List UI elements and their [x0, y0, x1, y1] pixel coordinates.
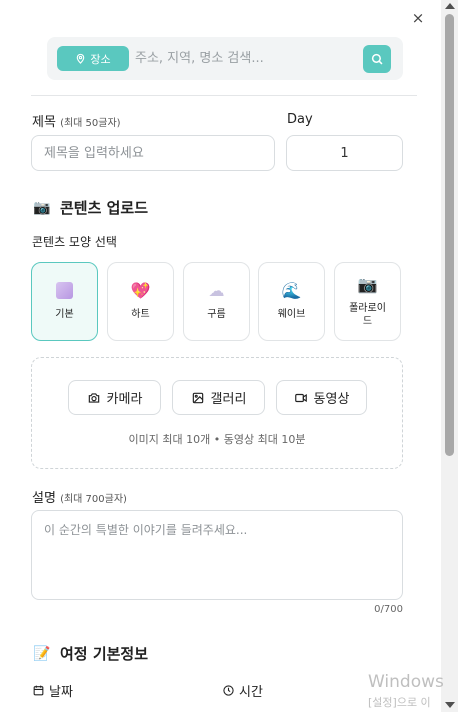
image-icon: [192, 392, 203, 403]
date-label: 날짜: [32, 681, 73, 700]
gallery-button[interactable]: 갤러리: [172, 380, 265, 415]
time-label-text: 시간: [239, 685, 263, 700]
upload-dropzone[interactable]: 카메라 갤러리 동영상 이미지 최대 10개 • 동영상 최대 10분: [31, 357, 403, 469]
camera-icon: 📷: [357, 274, 378, 294]
scroll-thumb[interactable]: [445, 14, 454, 456]
shape-option-cloud[interactable]: ☁ 구름: [183, 262, 250, 341]
location-chip[interactable]: 장소: [57, 46, 129, 71]
search-bar: 장소: [47, 37, 403, 80]
square-icon: [56, 282, 73, 302]
scroll-up-arrow-icon[interactable]: [445, 3, 455, 9]
description-counter: 0/700: [374, 604, 403, 615]
shape-option-wave[interactable]: 🌊 웨이브: [258, 262, 325, 341]
memo-emoji-icon: 📝: [33, 645, 51, 662]
scroll-down-arrow-icon[interactable]: [445, 702, 455, 708]
title-input[interactable]: [31, 135, 275, 171]
camera-button[interactable]: 카메라: [68, 380, 161, 415]
gallery-button-label: 갤러리: [210, 392, 247, 407]
location-chip-label: 장소: [90, 52, 111, 66]
camera-button-label: 카메라: [106, 392, 143, 407]
camera-outline-icon: [88, 392, 99, 403]
trip-info-title-text: 여정 기본정보: [60, 645, 149, 663]
clock-icon: [223, 685, 234, 696]
windows-activation-watermark-sub: [설정]으로 이: [368, 696, 431, 709]
search-button[interactable]: [363, 45, 391, 73]
location-pin-icon: [77, 53, 85, 64]
close-button[interactable]: ×: [410, 10, 426, 26]
heart-icon: 💖: [130, 281, 151, 300]
description-label-text: 설명: [32, 491, 56, 506]
wave-icon: 🌊: [281, 281, 302, 300]
title-label-text: 제목: [32, 115, 56, 130]
shape-label-wave: 웨이브: [277, 309, 306, 320]
day-input[interactable]: 1: [286, 135, 403, 171]
shape-label-heart: 하트: [131, 309, 150, 320]
shape-select-label: 콘텐츠 모양 선택: [32, 235, 117, 249]
day-value: 1: [340, 145, 349, 161]
time-label: 시간: [222, 681, 263, 700]
camera-emoji-icon: 📷: [33, 199, 51, 216]
calendar-icon: [33, 685, 44, 696]
search-input[interactable]: [135, 46, 355, 71]
shape-label-polaroid: 폴라로이 드: [349, 302, 386, 327]
shape-label-basic: 기본: [55, 309, 74, 320]
content-upload-title: 📷 콘텐츠 업로드: [33, 197, 148, 218]
video-button[interactable]: 동영상: [276, 380, 367, 415]
date-label-text: 날짜: [49, 685, 73, 700]
description-textarea[interactable]: [31, 510, 403, 600]
description-hint: (최대 700글자): [60, 494, 127, 505]
shape-option-polaroid[interactable]: 📷 폴라로이 드: [334, 262, 401, 341]
windows-activation-watermark: Windows: [368, 672, 444, 692]
cloud-icon: ☁: [208, 281, 225, 300]
trip-info-title: 📝 여정 기본정보: [33, 643, 148, 664]
title-hint: (최대 50글자): [60, 118, 121, 129]
shape-option-heart[interactable]: 💖 하트: [107, 262, 174, 341]
content-upload-title-text: 콘텐츠 업로드: [60, 199, 149, 217]
divider: [31, 95, 417, 96]
shape-label-cloud: 구름: [207, 309, 226, 320]
scrollbar[interactable]: [441, 0, 458, 712]
upload-hint: 이미지 최대 10개 • 동영상 최대 10분: [128, 433, 306, 446]
shape-option-basic[interactable]: 기본: [31, 262, 98, 341]
day-label: Day: [287, 112, 313, 127]
title-label: 제목 (최대 50글자): [32, 111, 121, 130]
search-icon: [371, 53, 383, 65]
description-label: 설명 (최대 700글자): [32, 487, 127, 506]
video-button-label: 동영상: [313, 392, 350, 407]
video-icon: [294, 393, 307, 402]
